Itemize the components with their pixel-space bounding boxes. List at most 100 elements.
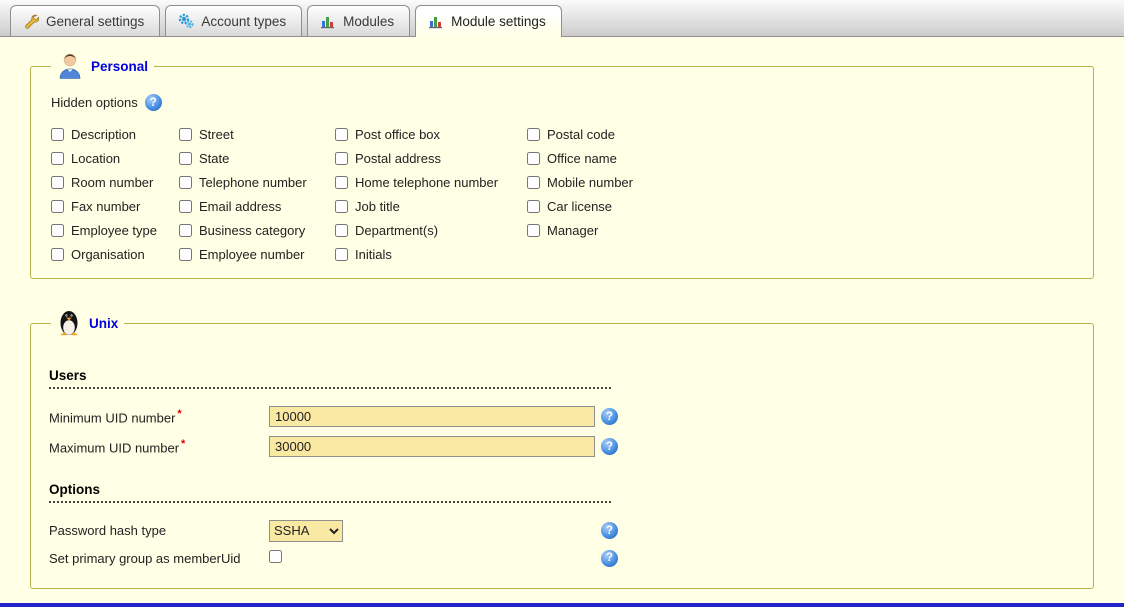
help-icon[interactable]	[601, 408, 618, 425]
modules-icon	[320, 13, 336, 29]
tab-general-settings[interactable]: General settings	[10, 5, 160, 36]
hidden-option-label: Employee type	[71, 223, 157, 238]
hidden-option-item[interactable]: Room number	[51, 175, 179, 190]
unix-fieldset: Unix Users Minimum UID number* Maximum U…	[30, 307, 1094, 589]
hidden-option-checkbox[interactable]	[335, 176, 348, 189]
hidden-option-item[interactable]: Mobile number	[527, 175, 767, 190]
max-uid-input[interactable]	[269, 436, 595, 457]
module-settings-content: Personal Hidden options Description Stre…	[0, 37, 1124, 603]
help-icon[interactable]	[601, 522, 618, 539]
tab-label: Module settings	[451, 14, 546, 29]
gears-icon	[178, 13, 194, 29]
hidden-option-label: Office name	[547, 151, 617, 166]
hidden-option-item[interactable]: Department(s)	[335, 223, 527, 238]
max-uid-label: Maximum UID number*	[49, 438, 269, 455]
hidden-option-label: State	[199, 151, 229, 166]
hidden-option-checkbox[interactable]	[335, 248, 348, 261]
min-uid-row: Minimum UID number*	[49, 403, 1075, 430]
min-uid-input[interactable]	[269, 406, 595, 427]
hidden-option-label: Initials	[355, 247, 392, 262]
tab-modules[interactable]: Modules	[307, 5, 410, 36]
hidden-option-label: Postal code	[547, 127, 615, 142]
server-profile-page: General settings Account types	[0, 0, 1124, 607]
hidden-option-checkbox[interactable]	[335, 200, 348, 213]
hidden-option-item[interactable]: State	[179, 151, 335, 166]
options-section-header: Options	[49, 482, 611, 503]
hidden-option-item[interactable]: Initials	[335, 247, 527, 262]
hidden-option-checkbox[interactable]	[51, 152, 64, 165]
hidden-option-label: Street	[199, 127, 234, 142]
hidden-option-label: Car license	[547, 199, 612, 214]
personal-legend-label: Personal	[91, 59, 148, 74]
tab-label: General settings	[46, 14, 144, 29]
hidden-option-item[interactable]: Location	[51, 151, 179, 166]
hidden-option-checkbox[interactable]	[179, 224, 192, 237]
hidden-option-label: Mobile number	[547, 175, 633, 190]
hidden-option-item[interactable]: Post office box	[335, 127, 527, 142]
hidden-option-item[interactable]: Fax number	[51, 199, 179, 214]
wrench-icon	[23, 13, 39, 29]
tab-module-settings[interactable]: Module settings	[415, 5, 562, 37]
hidden-option-label: Telephone number	[199, 175, 307, 190]
hidden-option-item[interactable]: Telephone number	[179, 175, 335, 190]
help-icon[interactable]	[145, 94, 162, 111]
tux-penguin-icon	[57, 307, 81, 340]
hidden-option-checkbox[interactable]	[527, 224, 540, 237]
hidden-option-item[interactable]: Business category	[179, 223, 335, 238]
users-section-header: Users	[49, 368, 611, 389]
hidden-option-checkbox[interactable]	[179, 248, 192, 261]
hidden-option-item[interactable]: Car license	[527, 199, 767, 214]
hidden-option-checkbox[interactable]	[51, 200, 64, 213]
hidden-option-checkbox[interactable]	[179, 152, 192, 165]
tab-account-types[interactable]: Account types	[165, 5, 302, 36]
hidden-option-checkbox[interactable]	[335, 152, 348, 165]
hidden-option-item[interactable]: Manager	[527, 223, 767, 238]
hidden-option-label: Postal address	[355, 151, 441, 166]
required-marker: *	[181, 438, 185, 450]
hidden-options-grid: Description Street Post office box	[51, 127, 1075, 262]
hidden-option-checkbox[interactable]	[179, 176, 192, 189]
hidden-option-checkbox[interactable]	[527, 128, 540, 141]
tab-label: Modules	[343, 14, 394, 29]
hidden-option-label: Room number	[71, 175, 153, 190]
hidden-option-item[interactable]: Postal address	[335, 151, 527, 166]
hidden-option-label: Fax number	[71, 199, 140, 214]
help-icon[interactable]	[601, 550, 618, 567]
hidden-option-label: Email address	[199, 199, 281, 214]
hidden-option-item[interactable]: Postal code	[527, 127, 767, 142]
member-uid-checkbox[interactable]	[269, 550, 282, 563]
hidden-option-label: Organisation	[71, 247, 145, 262]
hidden-option-checkbox[interactable]	[51, 224, 64, 237]
hidden-option-checkbox[interactable]	[179, 128, 192, 141]
hidden-option-checkbox[interactable]	[335, 128, 348, 141]
hidden-option-checkbox[interactable]	[527, 176, 540, 189]
unix-legend: Unix	[51, 307, 124, 340]
hidden-option-item[interactable]: Office name	[527, 151, 767, 166]
hidden-option-checkbox[interactable]	[51, 176, 64, 189]
settings-tabbar: General settings Account types	[0, 0, 1124, 37]
hidden-option-item[interactable]: Description	[51, 127, 179, 142]
hidden-option-checkbox[interactable]	[51, 128, 64, 141]
hidden-option-item[interactable]: Job title	[335, 199, 527, 214]
help-icon[interactable]	[601, 438, 618, 455]
hidden-option-label: Job title	[355, 199, 400, 214]
hidden-option-item[interactable]: Home telephone number	[335, 175, 527, 190]
hidden-option-item[interactable]: Employee type	[51, 223, 179, 238]
hidden-option-item[interactable]: Organisation	[51, 247, 179, 262]
hidden-option-label: Manager	[547, 223, 598, 238]
member-uid-label: Set primary group as memberUid	[49, 551, 269, 566]
hidden-option-item[interactable]: Email address	[179, 199, 335, 214]
hidden-option-checkbox[interactable]	[51, 248, 64, 261]
hidden-option-checkbox[interactable]	[179, 200, 192, 213]
hidden-option-label: Home telephone number	[355, 175, 498, 190]
personal-fieldset: Personal Hidden options Description Stre…	[30, 51, 1094, 279]
hidden-option-item[interactable]: Employee number	[179, 247, 335, 262]
password-hash-select[interactable]: SSHA	[269, 520, 343, 542]
hidden-option-checkbox[interactable]	[527, 152, 540, 165]
hidden-option-checkbox[interactable]	[335, 224, 348, 237]
hidden-option-item[interactable]: Street	[179, 127, 335, 142]
hidden-option-checkbox[interactable]	[527, 200, 540, 213]
hidden-option-label: Employee number	[199, 247, 305, 262]
min-uid-label: Minimum UID number*	[49, 408, 269, 425]
hidden-options-label: Hidden options	[51, 95, 138, 110]
